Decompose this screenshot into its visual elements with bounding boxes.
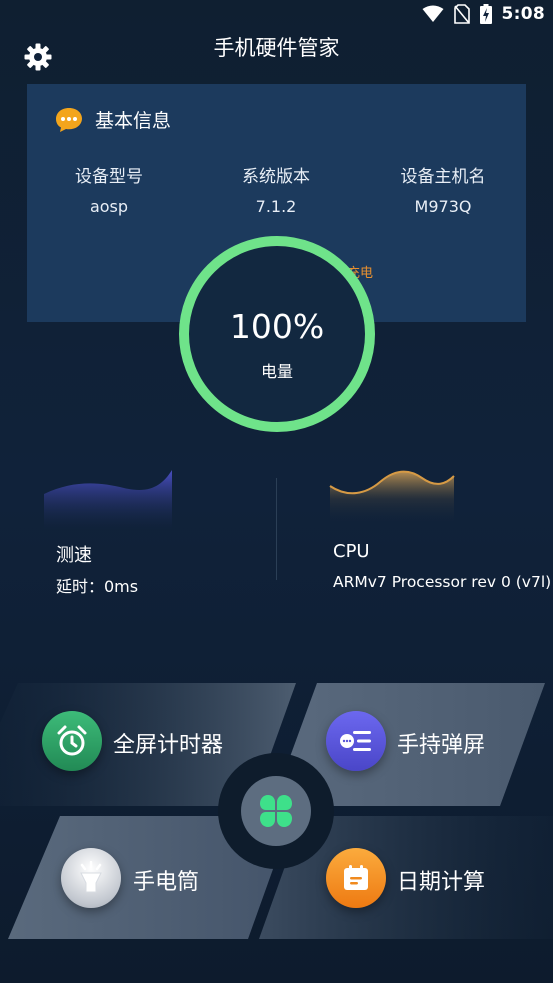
cpu-processor: ARMv7 Processor rev 0 (v7l) xyxy=(333,573,552,591)
tool-handheld-barrage[interactable]: 手持弹屏 xyxy=(325,710,525,774)
tool-flashlight-label: 手电筒 xyxy=(133,870,200,895)
device-hostname-value: M973Q xyxy=(414,197,472,216)
chat-bubble-icon xyxy=(56,107,82,132)
calendar-icon xyxy=(326,848,386,908)
gear-icon xyxy=(24,43,52,71)
device-model-value: aosp xyxy=(89,197,129,216)
device-hostname-label: 设备主机名 xyxy=(400,167,486,187)
speed-latency: 延时：0ms xyxy=(56,577,139,596)
device-model: 设备型号 aosp xyxy=(44,162,174,216)
no-sim-icon xyxy=(453,4,470,24)
battery-label: 电量 xyxy=(260,362,293,381)
settings-button[interactable] xyxy=(23,42,53,72)
wifi-icon xyxy=(422,5,444,22)
system-version-label: 系统版本 xyxy=(242,167,310,187)
device-hostname: 设备主机名 M973Q xyxy=(378,162,508,216)
flashlight-icon xyxy=(61,848,121,908)
clover-icon xyxy=(241,776,311,846)
cpu-title: CPU xyxy=(333,541,370,562)
tool-flashlight[interactable]: 手电筒 xyxy=(60,847,220,911)
chat-lines-icon xyxy=(326,711,386,771)
tool-date-calculator[interactable]: 日期计算 xyxy=(325,847,525,911)
status-time: 5:08 xyxy=(501,4,545,24)
battery-percent: 100% xyxy=(229,307,325,346)
app-title: 手机硬件管家 xyxy=(213,36,340,60)
stats-divider xyxy=(276,478,277,580)
device-model-label: 设备型号 xyxy=(75,167,143,187)
battery-charging-icon xyxy=(479,4,492,24)
tool-handheld-barrage-label: 手持弹屏 xyxy=(397,733,486,758)
system-version-value: 7.1.2 xyxy=(255,197,297,216)
speed-wave-graphic xyxy=(44,470,172,530)
system-version: 系统版本 7.1.2 xyxy=(211,162,341,216)
tool-fullscreen-timer[interactable]: 全屏计时器 xyxy=(40,710,260,774)
alarm-clock-icon xyxy=(42,711,102,771)
status-bar: 5:08 xyxy=(0,0,553,32)
tool-fullscreen-timer-label: 全屏计时器 xyxy=(113,733,224,758)
speed-title: 测速 xyxy=(56,545,92,566)
basic-info-title: 基本信息 xyxy=(95,110,172,132)
basic-info-header: 基本信息 xyxy=(55,106,171,133)
tool-date-calculator-label: 日期计算 xyxy=(397,870,486,895)
center-hub-button[interactable] xyxy=(218,753,334,869)
cpu-wave-graphic xyxy=(329,470,455,526)
